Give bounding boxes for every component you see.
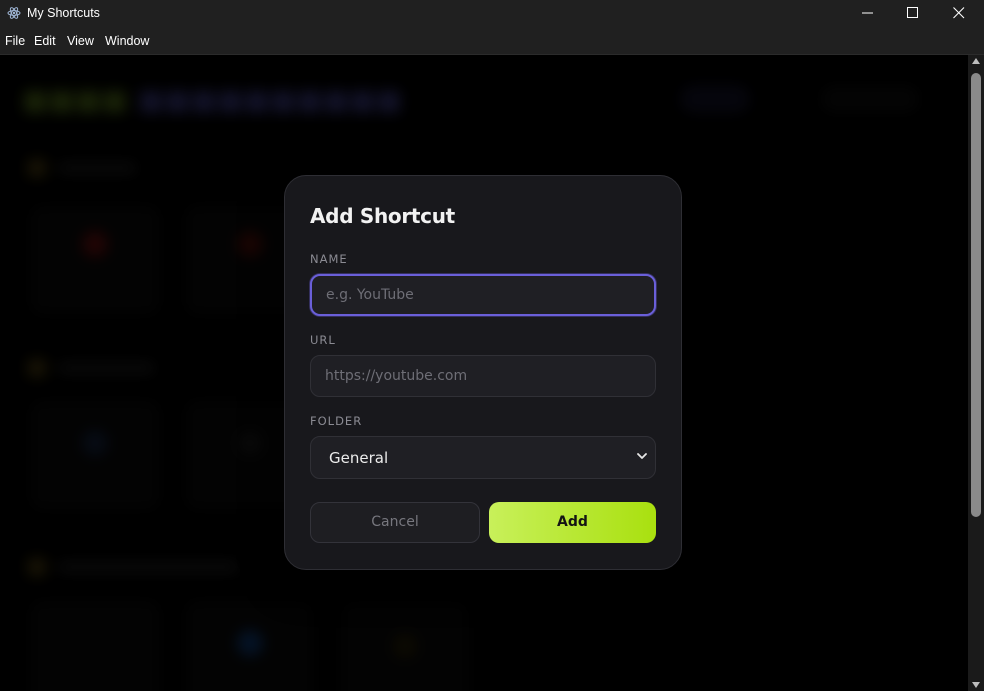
menu-window[interactable]: Window — [105, 34, 149, 48]
url-label: URL — [310, 333, 336, 347]
menu-bar: File Edit View Window — [0, 28, 984, 55]
folder-select[interactable]: General — [310, 436, 656, 479]
menu-edit[interactable]: Edit — [34, 34, 56, 48]
electron-app-icon — [7, 7, 21, 19]
folder-label: FOLDER — [310, 414, 363, 428]
chevron-down-icon — [637, 453, 647, 459]
name-input[interactable] — [310, 274, 656, 316]
window-title: My Shortcuts — [27, 6, 100, 20]
vertical-scrollbar[interactable] — [968, 55, 984, 691]
scroll-up-arrow-icon[interactable] — [972, 58, 980, 64]
close-icon — [953, 7, 965, 19]
folder-select-value: General — [329, 449, 389, 467]
add-shortcut-dialog: Add Shortcut NAME URL FOLDER General Can… — [284, 175, 682, 570]
scroll-thumb[interactable] — [971, 73, 981, 517]
name-label: NAME — [310, 252, 348, 266]
title-bar: My Shortcuts — [0, 0, 984, 28]
maximize-icon — [907, 7, 918, 18]
minimize-button[interactable] — [845, 0, 891, 28]
scroll-down-arrow-icon[interactable] — [972, 682, 980, 688]
dialog-title: Add Shortcut — [310, 204, 455, 228]
menu-file[interactable]: File — [5, 34, 25, 48]
cancel-button[interactable]: Cancel — [310, 502, 480, 543]
menu-view[interactable]: View — [67, 34, 94, 48]
minimize-icon — [862, 12, 873, 14]
maximize-button[interactable] — [890, 0, 936, 28]
add-button[interactable]: Add — [489, 502, 656, 543]
close-button[interactable] — [936, 0, 982, 28]
url-input[interactable] — [310, 355, 656, 397]
